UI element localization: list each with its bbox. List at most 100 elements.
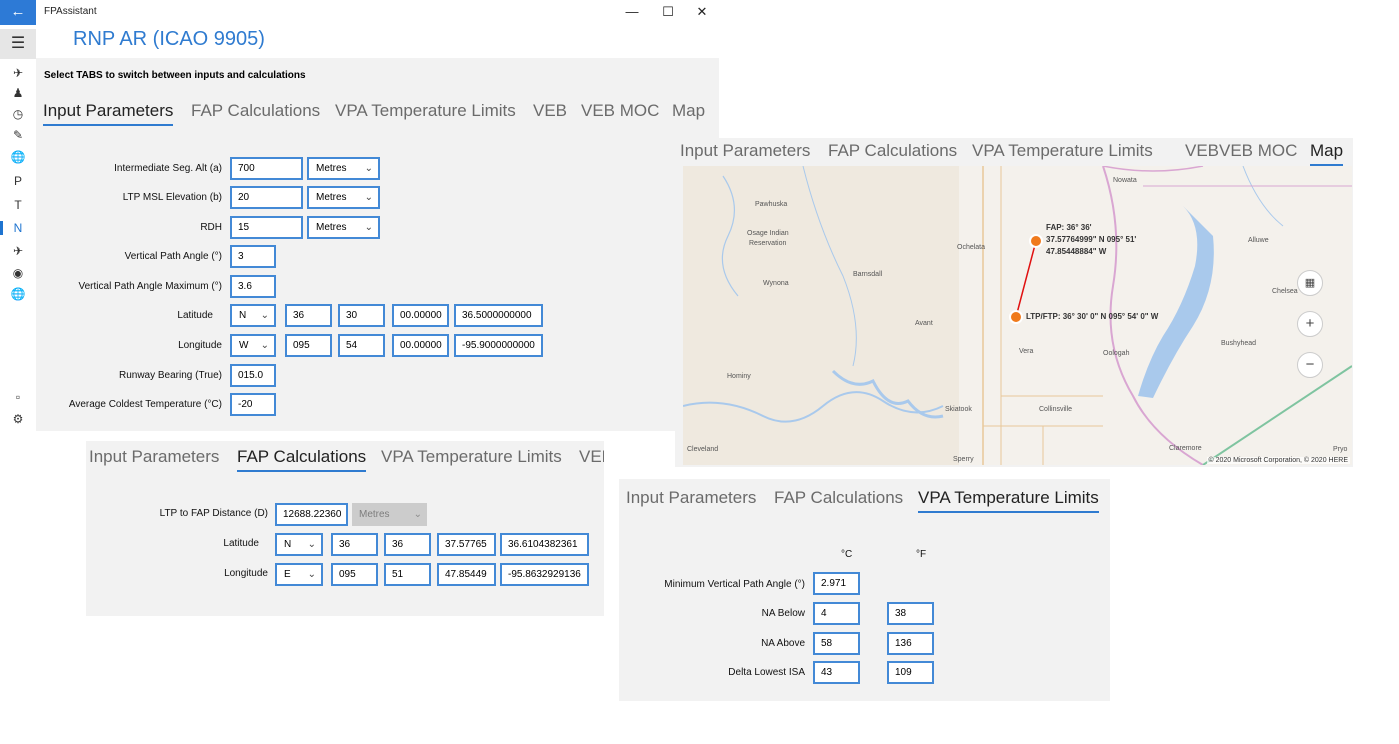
latitude-hemisphere-select[interactable]: N ⌄ — [230, 304, 276, 327]
map-view[interactable]: Nowata Pawhuska Osage Indian Reservation… — [683, 166, 1352, 465]
place-label: Claremore — [1169, 445, 1202, 452]
tab-fap-calculations[interactable]: FAP Calculations — [237, 447, 367, 472]
plane-icon[interactable]: ✈ — [0, 241, 36, 261]
latitude-label: Latitude — [177, 310, 213, 321]
map-tab-panel: Input Parameters FAP Calculations VPA Te… — [675, 138, 1353, 467]
airplane-icon[interactable]: ✈ — [0, 63, 36, 83]
ltp-elevation-input[interactable]: 20 — [230, 186, 303, 209]
hamburger-menu-icon[interactable]: ☰ — [0, 29, 36, 59]
zoom-out-icon[interactable]: − — [1297, 352, 1323, 378]
rdh-unit-select[interactable]: Metres ⌄ — [307, 216, 380, 239]
map-canvas — [683, 166, 1352, 465]
chevron-down-icon: ⌄ — [364, 163, 373, 174]
rdh-input[interactable]: 15 — [230, 216, 303, 239]
fap-distance-output: 12688.22360 — [275, 503, 348, 526]
maximize-button[interactable]: ☐ — [651, 2, 685, 22]
nav-item-n[interactable]: N — [0, 218, 36, 238]
map-copyright: © 2020 Microsoft Corporation, © 2020 HER… — [1206, 457, 1350, 464]
intermediate-alt-unit-select[interactable]: Metres ⌄ — [307, 157, 380, 180]
fap-latitude-label: Latitude — [223, 538, 259, 549]
tab-vpa-temperature-limits[interactable]: VPA Temperature Limits — [918, 488, 1099, 513]
tab-fap-calculations[interactable]: FAP Calculations — [828, 141, 957, 161]
globe-icon[interactable]: 🌐 — [0, 147, 36, 167]
place-label: Oologah — [1103, 350, 1130, 357]
longitude-label: Longitude — [178, 340, 222, 351]
fap-latitude-hemisphere-value: N — [284, 539, 292, 550]
longitude-minutes-input[interactable]: 54 — [338, 334, 385, 357]
fap-distance-unit-value: Metres — [359, 509, 390, 520]
earth-icon[interactable]: ◉ — [0, 263, 36, 283]
fap-longitude-hemisphere-select[interactable]: E ⌄ — [275, 563, 323, 586]
chevron-down-icon: ⌄ — [260, 310, 269, 321]
tab-fap-calculations[interactable]: FAP Calculations — [774, 488, 903, 508]
fap-latitude-degrees-output: 36 — [331, 533, 378, 556]
place-label: Sperry — [953, 456, 974, 463]
zoom-in-icon[interactable]: + — [1297, 311, 1323, 337]
coldest-temp-label: Average Coldest Temperature (°C) — [68, 399, 222, 410]
tab-map[interactable]: Map — [672, 101, 705, 121]
tab-vpa-temperature-limits[interactable]: VPA Temperature Limits — [381, 447, 562, 467]
fahrenheit-header: °F — [916, 549, 927, 560]
longitude-decimal-input[interactable]: -95.9000000000 — [454, 334, 543, 357]
vpa-temperature-limits-panel: Input Parameters FAP Calculations VPA Te… — [619, 479, 1110, 701]
vpa-max-input[interactable]: 3.6 — [230, 275, 276, 298]
tab-vpa-temperature-limits[interactable]: VPA Temperature Limits — [972, 141, 1153, 161]
tab-map[interactable]: Map — [1310, 141, 1344, 166]
back-button[interactable]: ← — [0, 0, 36, 25]
latitude-minutes-input[interactable]: 30 — [338, 304, 385, 327]
ltp-elevation-unit-value: Metres — [316, 192, 347, 203]
tab-vpa-temperature-limits[interactable]: VPA Temperature Limits — [335, 101, 516, 121]
tab-veb[interactable]: VEB — [1185, 141, 1219, 161]
runway-bearing-input[interactable]: 015.0 — [230, 364, 276, 387]
latitude-degrees-input[interactable]: 36 — [285, 304, 332, 327]
delta-isa-c-output: 43 — [813, 661, 860, 684]
tab-veb-moc[interactable]: VEB MOC — [1219, 141, 1297, 161]
ruler-icon[interactable]: ✎ — [0, 125, 36, 145]
tab-input-parameters[interactable]: Input Parameters — [626, 488, 756, 508]
gauge-icon[interactable]: ◷ — [0, 104, 36, 124]
tab-veb[interactable]: VEB — [533, 101, 567, 121]
fap-latitude-hemisphere-select[interactable]: N ⌄ — [275, 533, 323, 556]
fap-latitude-decimal-output: 36.6104382361 — [500, 533, 589, 556]
nav-item-p[interactable]: P — [0, 171, 36, 191]
longitude-hemisphere-select[interactable]: W ⌄ — [230, 334, 276, 357]
latitude-decimal-input[interactable]: 36.5000000000 — [454, 304, 543, 327]
person-icon[interactable]: ♟ — [0, 83, 36, 103]
fap-latitude-seconds-output: 37.57765 — [437, 533, 496, 556]
place-label: Avant — [915, 320, 933, 327]
tab-input-parameters[interactable]: Input Parameters — [43, 101, 174, 126]
intermediate-alt-input[interactable]: 700 — [230, 157, 303, 180]
place-label: Bushyhead — [1221, 340, 1257, 347]
tab-fap-calculations[interactable]: FAP Calculations — [191, 101, 320, 121]
na-above-f-output: 136 — [887, 632, 934, 655]
tab-input-parameters[interactable]: Input Parameters — [680, 141, 810, 161]
nav-item-t[interactable]: T — [0, 195, 36, 215]
close-button[interactable]: ✕ — [685, 2, 719, 22]
ltp-elevation-unit-select[interactable]: Metres ⌄ — [307, 186, 380, 209]
fap-pin[interactable] — [1029, 234, 1043, 248]
coldest-temp-input[interactable]: -20 — [230, 393, 276, 416]
map-layers-grid-icon[interactable]: ▦ — [1297, 270, 1323, 296]
longitude-degrees-input[interactable]: 095 — [285, 334, 332, 357]
place-label: Nowata — [1113, 177, 1137, 184]
place-label: Osage Indian — [747, 230, 789, 237]
fap-label-line-1: FAP: 36° 36' — [1046, 223, 1092, 232]
tab-veb[interactable]: VEB — [579, 447, 604, 467]
minimize-button[interactable]: — — [615, 2, 649, 22]
tab-input-parameters[interactable]: Input Parameters — [89, 447, 219, 467]
delta-isa-f-output: 109 — [887, 661, 934, 684]
tab-veb-moc[interactable]: VEB MOC — [581, 101, 659, 121]
chevron-down-icon: ⌄ — [307, 569, 316, 580]
page-title: RNP AR (ICAO 9905) — [73, 28, 265, 50]
longitude-seconds-input[interactable]: 00.00000 — [392, 334, 449, 357]
place-label: Collinsville — [1039, 406, 1073, 413]
settings-gear-icon[interactable]: ⚙ — [0, 409, 36, 429]
ltp-pin[interactable] — [1009, 310, 1023, 324]
globe-icon-2[interactable]: 🌐 — [0, 284, 36, 304]
vpa-max-label: Vertical Path Angle Maximum (°) — [78, 281, 223, 292]
intermediate-alt-unit-value: Metres — [316, 163, 347, 174]
latitude-seconds-input[interactable]: 00.00000 — [392, 304, 449, 327]
runway-bearing-label: Runway Bearing (True) — [118, 370, 222, 381]
vpa-input[interactable]: 3 — [230, 245, 276, 268]
intermediate-alt-label: Intermediate Seg. Alt (a) — [114, 163, 222, 174]
